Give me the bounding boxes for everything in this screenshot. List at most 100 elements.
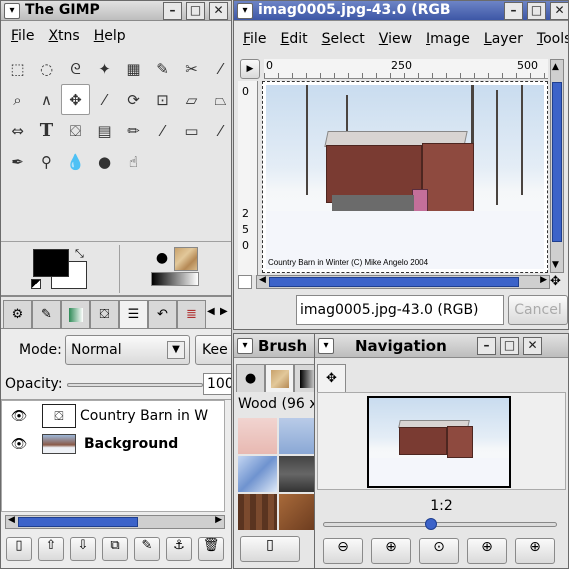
tab-channels[interactable]: ≣ [177, 300, 206, 328]
tab-tool-options[interactable]: ⚙ [3, 300, 32, 328]
raise-layer-button[interactable]: ⇧ [38, 537, 64, 561]
layer-name[interactable]: Country Barn in W [80, 408, 208, 424]
menu-file[interactable]: File [4, 28, 41, 44]
tab-brush[interactable]: ● [236, 364, 265, 392]
keep-transparency-toggle[interactable]: Kee [195, 335, 231, 365]
duplicate-layer-button[interactable]: ⧉ [102, 537, 128, 561]
anchor-layer-button[interactable]: ⚓ [166, 537, 192, 561]
ellipse-select-tool[interactable]: ◌ [32, 53, 61, 84]
close-button[interactable]: ✕ [550, 2, 568, 20]
menu-layer[interactable]: Layer [477, 31, 530, 47]
flip-tool[interactable]: ⇔ [3, 115, 32, 146]
airbrush-tool[interactable]: ⁄ [206, 115, 231, 146]
crop-tool[interactable]: ⁄ [90, 84, 119, 115]
bucket-fill-tool[interactable]: ⛋ [61, 115, 90, 146]
foreground-color-swatch[interactable] [33, 249, 69, 277]
close-button[interactable]: ✕ [523, 337, 542, 355]
ink-tool[interactable]: ✒ [3, 146, 32, 177]
tab-pattern[interactable] [265, 364, 294, 392]
zoom-slider-handle[interactable] [425, 518, 437, 530]
pattern-swatch[interactable] [279, 494, 318, 530]
navigate-icon[interactable]: ✥ [550, 274, 561, 289]
layers-horizontal-scrollbar[interactable]: ◀ ▶ [5, 515, 225, 529]
rect-select-tool[interactable]: ⬚ [3, 53, 32, 84]
brush-indicator[interactable]: ● [153, 250, 171, 268]
convolve-tool[interactable]: 💧 [61, 146, 90, 177]
zoom-fit-button[interactable]: ⊕ [467, 538, 507, 564]
zoom-out-button[interactable]: ⊖ [323, 538, 363, 564]
default-colors-icon[interactable] [31, 279, 41, 289]
clone-tool[interactable]: ⚲ [32, 146, 61, 177]
opacity-slider[interactable] [67, 383, 203, 387]
scroll-down-arrow-icon[interactable]: ▼ [552, 260, 559, 270]
tab-gradients[interactable] [61, 300, 90, 328]
scroll-right-arrow-icon[interactable]: ▶ [540, 275, 547, 285]
minimize-button[interactable]: – [163, 2, 182, 20]
pattern-swatch[interactable] [279, 456, 318, 492]
free-select-tool[interactable]: ᘓ [61, 53, 90, 84]
scroll-left-arrow-icon[interactable]: ◀ [259, 275, 266, 285]
paintbrush-tool[interactable]: ⁄ [148, 115, 177, 146]
image-vertical-scrollbar[interactable]: ▲ ▼ [550, 59, 564, 273]
pattern-swatch[interactable] [238, 494, 277, 530]
scroll-right-arrow-icon[interactable]: ▶ [215, 515, 222, 525]
maximize-button[interactable]: □ [500, 337, 519, 355]
measure-tool[interactable]: ∧ [32, 84, 61, 115]
image-horizontal-scrollbar[interactable]: ◀ ▶ [256, 275, 550, 289]
maximize-button[interactable]: □ [186, 2, 205, 20]
zoom-slider[interactable] [323, 522, 557, 527]
menu-help[interactable]: Help [87, 28, 133, 44]
tab-brushes[interactable]: ✎ [32, 300, 61, 328]
scroll-thumb[interactable] [18, 517, 138, 527]
eraser-tool[interactable]: ▭ [177, 115, 206, 146]
tabs-scroll-right[interactable]: ▶ [220, 306, 228, 317]
navigation-preview[interactable] [367, 396, 511, 488]
tabs-scroll-left[interactable]: ◀ [207, 306, 215, 317]
edit-layer-button[interactable]: ✎ [134, 537, 160, 561]
window-menu-icon[interactable]: ▾ [237, 3, 253, 19]
scissors-tool[interactable]: ✂ [177, 53, 206, 84]
image-titlebar[interactable]: ▾ imag0005.jpg-43.0 (RGB – □ ✕ [234, 1, 568, 21]
tab-navigation[interactable]: ✥ [317, 364, 346, 392]
menu-xtns[interactable]: Xtns [41, 28, 86, 44]
zoom-one-to-one-button[interactable]: ⊙ [419, 538, 459, 564]
menu-edit[interactable]: Edit [273, 31, 314, 47]
paths-tool[interactable]: ✎ [148, 53, 177, 84]
pencil-tool[interactable]: ✏ [119, 115, 148, 146]
window-menu-icon[interactable]: ▾ [4, 3, 20, 19]
perspective-tool[interactable]: ⏢ [206, 84, 231, 115]
lower-layer-button[interactable]: ⇩ [70, 537, 96, 561]
scroll-left-arrow-icon[interactable]: ◀ [8, 515, 15, 525]
quick-mask-toggle[interactable] [238, 275, 252, 289]
new-layer-button[interactable]: ▯ [6, 537, 32, 561]
rotate-tool[interactable]: ⟳ [119, 84, 148, 115]
layer-name[interactable]: Background [84, 436, 178, 452]
delete-layer-button[interactable]: 🗑 [198, 537, 224, 561]
mode-select[interactable]: Normal ▼ [65, 335, 190, 365]
eye-icon[interactable]: 👁 [6, 437, 32, 452]
scroll-up-arrow-icon[interactable]: ▲ [552, 62, 559, 72]
pattern-swatch[interactable] [238, 456, 277, 492]
shear-tool[interactable]: ▱ [177, 84, 206, 115]
dodge-burn-tool[interactable]: ● [90, 146, 119, 177]
tab-undo[interactable]: ↶ [148, 300, 177, 328]
minimize-button[interactable]: – [477, 337, 496, 355]
close-button[interactable]: ✕ [209, 2, 228, 20]
shrink-wrap-button[interactable]: ⊕ [515, 538, 555, 564]
tab-layers[interactable]: ☰ [119, 300, 148, 328]
color-picker-tool[interactable]: ⁄ [206, 53, 231, 84]
color-select-tool[interactable]: ▦ [119, 53, 148, 84]
move-tool[interactable]: ✥ [61, 84, 90, 115]
image-menu-button[interactable]: ▶ [240, 59, 260, 79]
swap-colors-icon[interactable]: ⤡ [75, 247, 84, 261]
menu-file[interactable]: File [236, 31, 273, 47]
color-area[interactable]: ⤡ [31, 247, 91, 291]
scale-tool[interactable]: ⊡ [148, 84, 177, 115]
menu-image[interactable]: Image [419, 31, 477, 47]
zoom-in-button[interactable]: ⊕ [371, 538, 411, 564]
menu-tools[interactable]: Tools [530, 31, 568, 47]
minimize-button[interactable]: – [504, 2, 523, 20]
gradient-indicator[interactable] [151, 272, 199, 286]
tab-patterns[interactable]: ⛋ [90, 300, 119, 328]
pattern-indicator[interactable] [174, 247, 198, 271]
